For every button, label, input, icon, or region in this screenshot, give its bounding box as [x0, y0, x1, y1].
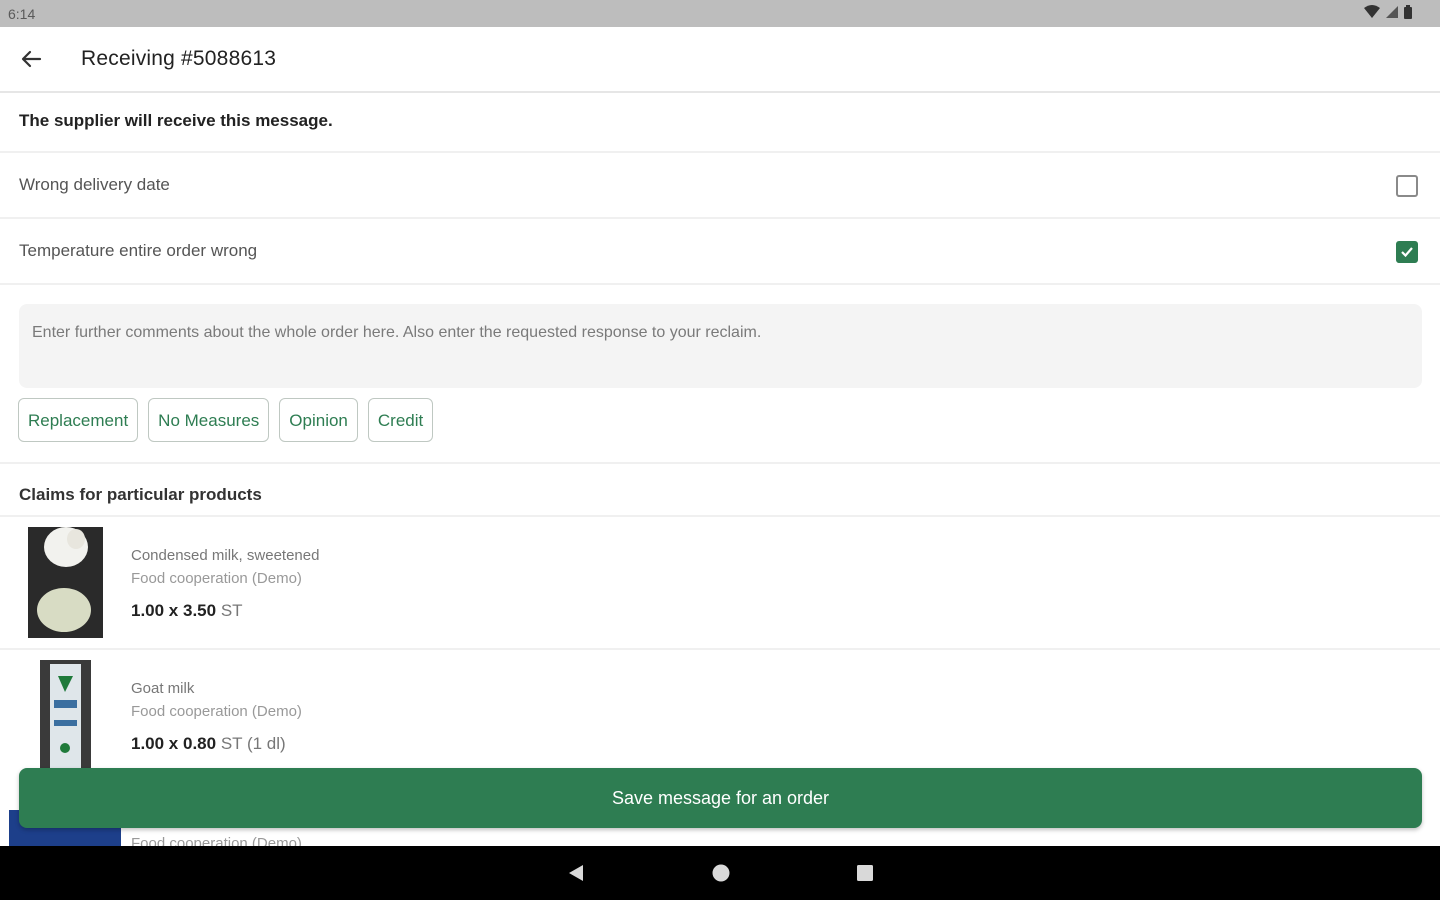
system-nav-bar: [0, 846, 1440, 900]
wifi-icon: [1364, 5, 1380, 18]
nav-back-icon[interactable]: [566, 863, 586, 883]
response-chips: Replacement No Measures Opinion Credit: [18, 398, 434, 442]
save-message-button[interactable]: Save message for an order: [19, 768, 1422, 828]
product-supplier: Food cooperation (Demo): [131, 835, 302, 846]
product-qty-unit: ST: [220, 601, 243, 620]
signal-icon: [1386, 6, 1398, 18]
reason-label: Wrong delivery date: [19, 175, 170, 194]
product-name: Condensed milk, sweetened: [131, 547, 320, 564]
arrow-left-icon[interactable]: [18, 47, 46, 71]
chip-opinion[interactable]: Opinion: [279, 398, 358, 442]
chip-no-measures[interactable]: No Measures: [148, 398, 270, 442]
status-bar: 6:14: [0, 0, 1440, 27]
product-supplier: Food cooperation (Demo): [131, 703, 302, 720]
product-image: [40, 660, 91, 778]
product-supplier: Food cooperation (Demo): [131, 570, 302, 587]
product-qty-value: 1.00 x 3.50: [131, 601, 217, 620]
product-qty-value: 1.00 x 0.80: [131, 734, 217, 753]
product-name: Goat milk: [131, 680, 195, 697]
nav-recent-apps-icon[interactable]: [856, 863, 874, 883]
reason-row-temperature-wrong[interactable]: Temperature entire order wrong: [0, 219, 1440, 285]
supplier-notice-text: The supplier will receive this message.: [19, 111, 333, 130]
reason-label: Temperature entire order wrong: [19, 241, 258, 260]
product-item[interactable]: Goat milk Food cooperation (Demo) 1.00 x…: [0, 650, 1440, 780]
system-icons: [1364, 5, 1412, 19]
wrong-delivery-date-checkbox[interactable]: [1396, 175, 1418, 197]
order-comment-placeholder: Enter further comments about the whole o…: [32, 324, 762, 341]
chip-credit[interactable]: Credit: [367, 398, 434, 442]
supplier-notice: The supplier will receive this message.: [0, 93, 1440, 153]
status-time: 6:14: [8, 6, 36, 22]
product-quantity: 1.00 x 0.80 ST (1 dl): [131, 734, 286, 754]
battery-icon: [1404, 5, 1412, 19]
page-title: Receiving #5088613: [81, 47, 277, 70]
product-image: [28, 527, 103, 638]
product-qty-extra: (1 dl): [246, 734, 286, 753]
reason-row-wrong-delivery-date[interactable]: Wrong delivery date: [0, 153, 1440, 219]
app-bar: Receiving #5088613: [0, 27, 1440, 93]
section-title: Claims for particular products: [19, 485, 262, 504]
checkmark-icon: [1401, 247, 1413, 258]
chip-replacement[interactable]: Replacement: [18, 398, 139, 442]
product-item[interactable]: Condensed milk, sweetened Food cooperati…: [0, 517, 1440, 647]
product-quantity: 1.00 x 3.50 ST: [131, 601, 243, 621]
nav-home-icon[interactable]: [711, 863, 731, 883]
temperature-wrong-checkbox[interactable]: [1396, 241, 1418, 263]
divider: [0, 462, 1440, 464]
product-qty-unit: ST: [220, 734, 243, 753]
order-comment-field[interactable]: Enter further comments about the whole o…: [19, 304, 1422, 388]
